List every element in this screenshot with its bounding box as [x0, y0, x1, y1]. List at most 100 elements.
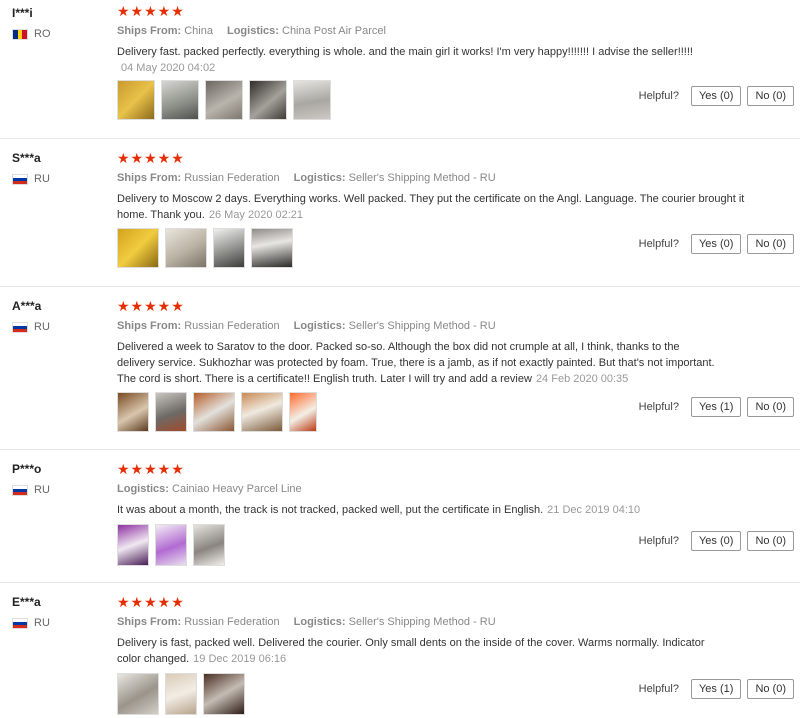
review-item: I***i RO ★★★★★ Ships From: China Logistic…: [0, 0, 800, 139]
helpful-no-button[interactable]: No (0): [747, 234, 794, 254]
helpful-label: Helpful?: [638, 401, 679, 413]
review-photo-thumbnail[interactable]: [249, 80, 287, 120]
review-photo-thumbnail[interactable]: [117, 392, 149, 432]
logistics-label: Logistics:: [117, 483, 169, 495]
helpful-vote: Helpful? Yes (0) No (0): [639, 531, 794, 551]
country-code: RU: [34, 484, 50, 496]
helpful-yes-button[interactable]: Yes (0): [690, 86, 742, 106]
logistics-label: Logistics:: [293, 320, 346, 332]
helpful-no-button[interactable]: No (0): [747, 397, 794, 417]
helpful-yes-button[interactable]: Yes (1): [690, 397, 742, 417]
review-photo-thumbnail[interactable]: [293, 80, 331, 120]
helpful-vote: Helpful? Yes (0) No (0): [639, 234, 794, 254]
review-text: Delivered a week to Saratov to the door.…: [117, 339, 717, 387]
review-photo-thumbnail[interactable]: [155, 392, 187, 432]
russia-flag-icon: [12, 173, 28, 185]
review-text: Delivery to Moscow 2 days. Everything wo…: [117, 191, 757, 223]
review-photos: [117, 228, 293, 268]
country-code: RU: [34, 617, 50, 629]
helpful-label: Helpful?: [638, 90, 679, 102]
helpful-label: Helpful?: [638, 683, 679, 695]
reviewer-name: S***a: [12, 151, 41, 165]
review-photos: [117, 80, 331, 120]
review-photo-thumbnail[interactable]: [117, 80, 155, 120]
review-photo-thumbnail[interactable]: [117, 673, 159, 715]
review-photo-thumbnail[interactable]: [193, 524, 225, 566]
country-code: RO: [34, 28, 51, 40]
shipping-info: Ships From: Russian Federation Logistics:…: [117, 616, 717, 628]
ships-from-value: Russian Federation: [184, 320, 280, 332]
logistics-value: Seller's Shipping Method - RU: [348, 320, 496, 332]
review-item: A***a RU ★★★★★ Ships From: Russian Feder…: [0, 286, 800, 450]
reviewer-info: E***a RU: [12, 595, 112, 629]
helpful-no-button[interactable]: No (0): [747, 679, 794, 699]
ships-from-label: Ships From:: [117, 25, 182, 37]
review-photo-thumbnail[interactable]: [203, 673, 245, 715]
review-photo-thumbnail[interactable]: [155, 524, 187, 566]
review-photo-thumbnail[interactable]: [165, 673, 197, 715]
reviewer-country: RO: [12, 28, 51, 40]
review-photo-thumbnail[interactable]: [205, 80, 243, 120]
reviewer-country: RU: [12, 321, 50, 333]
reviewer-name: P***o: [12, 462, 42, 476]
country-code: RU: [34, 173, 50, 185]
review-photo-thumbnail[interactable]: [117, 228, 159, 268]
review-photos: [117, 524, 225, 566]
helpful-no-button[interactable]: No (0): [747, 86, 794, 106]
helpful-yes-button[interactable]: Yes (0): [690, 531, 742, 551]
review-photo-thumbnail[interactable]: [161, 80, 199, 120]
review-text: Delivery is fast, packed well. Delivered…: [117, 635, 717, 667]
helpful-yes-button[interactable]: Yes (1): [690, 679, 742, 699]
shipping-info: Ships From: China Logistics: China Post A…: [117, 25, 757, 37]
reviewer-name: A***a: [12, 299, 42, 313]
ships-from-value: Russian Federation: [184, 616, 280, 628]
review-photo-thumbnail[interactable]: [213, 228, 245, 268]
star-rating: ★★★★★: [117, 3, 185, 19]
helpful-vote: Helpful? Yes (1) No (0): [639, 679, 794, 699]
review-date: 24 Feb 2020 00:35: [535, 373, 629, 385]
review-date: 26 May 2020 02:21: [208, 209, 304, 221]
reviewer-country: RU: [12, 484, 50, 496]
reviewer-name: I***i: [12, 6, 33, 20]
review-item: E***a RU ★★★★★ Ships From: Russian Feder…: [0, 582, 800, 718]
reviewer-country: RU: [12, 173, 50, 185]
ships-from-value: Russian Federation: [184, 172, 280, 184]
russia-flag-icon: [12, 321, 28, 333]
shipping-info: Ships From: Russian Federation Logistics:…: [117, 172, 757, 184]
reviewer-info: I***i RO: [12, 6, 112, 40]
helpful-vote: Helpful? Yes (0) No (0): [639, 86, 794, 106]
review-photo-thumbnail[interactable]: [193, 392, 235, 432]
helpful-no-button[interactable]: No (0): [747, 531, 794, 551]
russia-flag-icon: [12, 617, 28, 629]
helpful-yes-button[interactable]: Yes (0): [690, 234, 742, 254]
reviewer-country: RU: [12, 617, 50, 629]
reviewer-info: A***a RU: [12, 299, 112, 333]
review-body: Delivery fast. packed perfectly. everyth…: [117, 46, 693, 58]
logistics-label: Logistics:: [293, 616, 346, 628]
review-photo-thumbnail[interactable]: [289, 392, 317, 432]
helpful-label: Helpful?: [638, 238, 679, 250]
logistics-value: Seller's Shipping Method - RU: [348, 616, 496, 628]
review-date: 21 Dec 2019 04:10: [547, 504, 641, 516]
star-rating: ★★★★★: [117, 461, 185, 477]
review-photo-thumbnail[interactable]: [241, 392, 283, 432]
review-text: Delivery fast. packed perfectly. everyth…: [117, 44, 757, 76]
star-rating: ★★★★★: [117, 298, 185, 314]
review-photos: [117, 673, 245, 715]
review-date: 19 Dec 2019 06:16: [193, 653, 287, 665]
review-photo-thumbnail[interactable]: [117, 524, 149, 566]
ships-from-label: Ships From:: [117, 616, 182, 628]
reviewer-name: E***a: [12, 595, 41, 609]
helpful-label: Helpful?: [638, 535, 679, 547]
logistics-value: Seller's Shipping Method - RU: [348, 172, 496, 184]
logistics-value: Cainiao Heavy Parcel Line: [172, 483, 302, 495]
logistics-value: China Post Air Parcel: [282, 25, 386, 37]
shipping-info: Logistics: Cainiao Heavy Parcel Line: [117, 483, 757, 495]
reviewer-info: S***a RU: [12, 151, 112, 185]
ships-from-label: Ships From:: [117, 172, 182, 184]
romania-flag-icon: [12, 28, 28, 40]
review-photos: [117, 392, 317, 432]
review-text: It was about a month, the track is not t…: [117, 502, 757, 518]
review-photo-thumbnail[interactable]: [251, 228, 293, 268]
review-photo-thumbnail[interactable]: [165, 228, 207, 268]
